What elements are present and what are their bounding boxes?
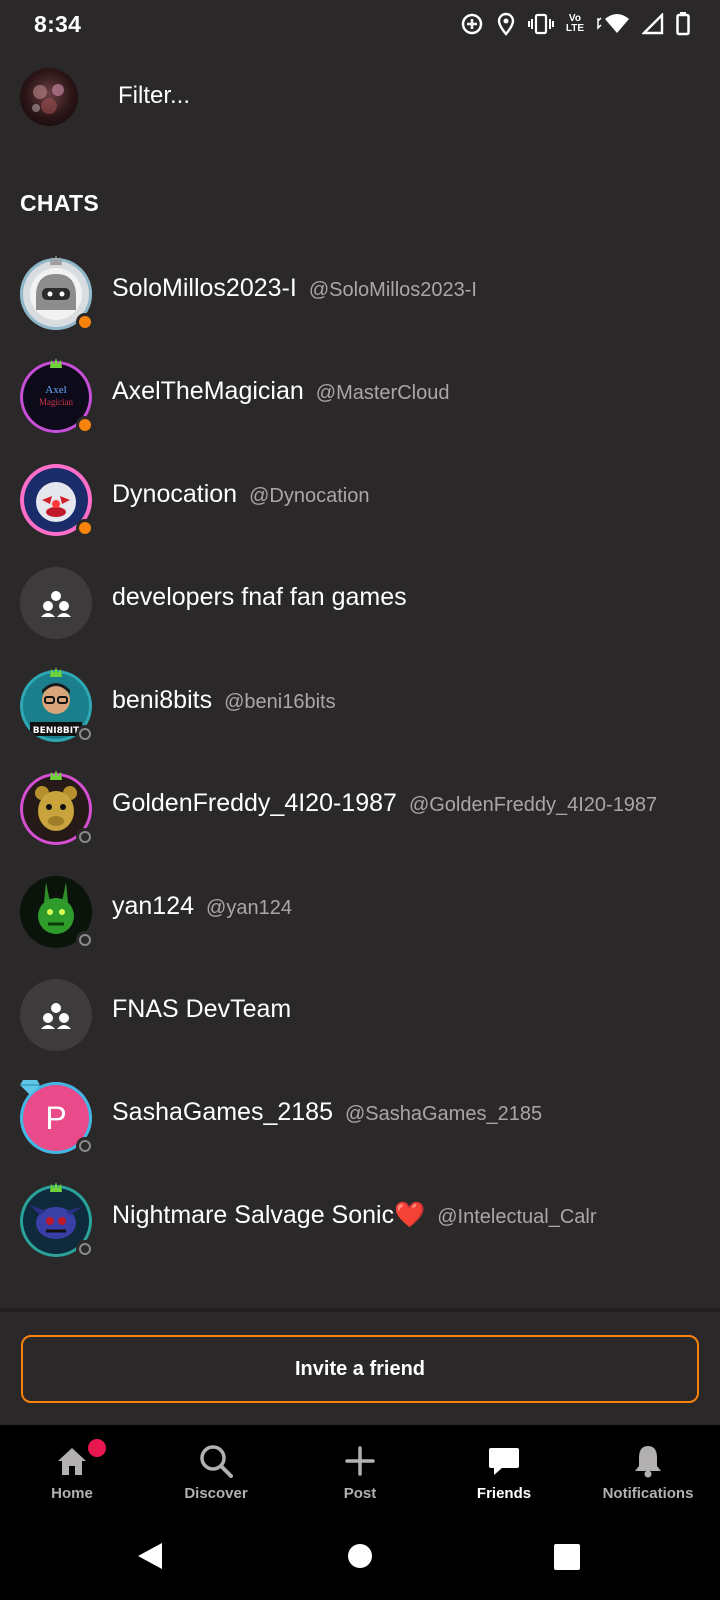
online-status-dot — [76, 313, 94, 331]
chat-handle: @Intelectual_Calr — [437, 1206, 597, 1228]
chat-row[interactable]: Axel Magician AxelTheMagician @MasterCloud — [0, 347, 720, 450]
notification-badge — [88, 1439, 106, 1457]
group-avatar — [20, 567, 92, 639]
group-avatar — [20, 979, 92, 1051]
online-status-dot — [76, 416, 94, 434]
profile-avatar[interactable] — [20, 68, 78, 126]
svg-text:BENI8BIT: BENI8BIT — [33, 726, 80, 736]
filter-input[interactable] — [118, 82, 618, 110]
crown-icon — [50, 358, 62, 368]
plus-icon — [345, 1446, 375, 1476]
bell-icon — [635, 1446, 661, 1478]
crown-icon — [50, 667, 62, 677]
bear-avatar — [20, 770, 94, 846]
chat-name: developers fnaf fan games — [112, 583, 407, 611]
header-row — [0, 60, 720, 136]
home-icon — [58, 1448, 86, 1475]
recents-icon[interactable] — [553, 1543, 581, 1571]
chat-row[interactable]: Nightmare Salvage Sonic❤️ @Intelectual_Ca… — [0, 1171, 720, 1274]
sonic-avatar — [20, 1182, 94, 1258]
magician-avatar: Axel Magician — [20, 358, 94, 434]
nav-friends[interactable]: Friends — [432, 1425, 576, 1517]
data-saver-icon — [461, 13, 483, 35]
chat-row[interactable]: Dynocation @Dynocation — [0, 450, 720, 553]
chat-handle: @Dynocation — [249, 485, 370, 507]
chat-handle: @MasterCloud — [315, 382, 450, 404]
robot-avatar — [20, 255, 94, 331]
chat-row[interactable]: developers fnaf fan games — [0, 553, 720, 656]
chat-handle: @SashaGames_2185 — [344, 1103, 543, 1125]
offline-status-dot — [76, 828, 94, 846]
letter-avatar: P — [20, 1080, 94, 1155]
bottom-nav: Home Discover Post Friends Notifications — [0, 1425, 720, 1517]
online-status-dot — [76, 519, 94, 537]
status-bar: 8:34 Vo LTE — [0, 0, 720, 48]
section-title-chats: CHATS — [20, 190, 100, 216]
nav-label: Notifications — [602, 1485, 694, 1502]
nav-discover[interactable]: Discover — [144, 1425, 288, 1517]
status-icons: Vo LTE — [460, 10, 690, 38]
chat-row[interactable]: BENI8BIT beni8bits @beni16bits — [0, 656, 720, 759]
chat-name: beni8bits — [112, 686, 213, 714]
chat-row[interactable]: FNAS DevTeam — [0, 965, 720, 1068]
svg-text:Magician: Magician — [39, 397, 73, 407]
nav-label: Home — [51, 1485, 93, 1502]
chat-row[interactable]: SoloMillos2023-I @SoloMillos2023-I — [0, 244, 720, 347]
chat-handle: @yan124 — [206, 897, 292, 919]
chat-name: SoloMillos2023-I — [112, 274, 297, 302]
offline-status-dot — [76, 931, 94, 949]
invite-friend-button[interactable]: Invite a friend — [21, 1335, 699, 1403]
crown-icon — [50, 770, 62, 780]
group-icon — [41, 591, 71, 617]
volte-icon: Vo LTE — [565, 13, 584, 34]
home-circle-icon[interactable] — [347, 1543, 373, 1569]
search-icon — [200, 1445, 233, 1478]
offline-status-dot — [76, 1137, 94, 1155]
offline-status-dot — [76, 1240, 94, 1258]
chat-handle: @GoldenFreddy_4I20-1987 — [408, 794, 658, 816]
gamer-avatar: BENI8BIT — [20, 667, 94, 743]
crown-icon — [50, 255, 62, 265]
signal-icon — [642, 13, 664, 35]
nav-label: Friends — [476, 1485, 532, 1502]
battery-icon — [676, 12, 690, 36]
chat-name: yan124 — [112, 892, 195, 920]
green-rabbit-avatar — [20, 876, 94, 949]
chat-bubble-icon — [489, 1448, 519, 1475]
gem-badge-icon — [20, 1080, 40, 1095]
location-icon — [497, 12, 515, 36]
chat-row[interactable]: GoldenFreddy_4I20-1987 @GoldenFreddy_4I20… — [0, 759, 720, 862]
chat-name: Nightmare Salvage Sonic❤️ — [112, 1201, 426, 1229]
offline-status-dot — [76, 725, 94, 743]
nav-notifications[interactable]: Notifications — [576, 1425, 720, 1517]
nav-post[interactable]: Post — [288, 1425, 432, 1517]
vibrate-icon — [527, 13, 554, 35]
nav-label: Post — [343, 1485, 377, 1502]
chat-row[interactable]: P SashaGames_2185 @SashaGames_2185 — [0, 1068, 720, 1171]
crown-icon — [50, 1182, 62, 1192]
invite-footer: Invite a friend — [0, 1308, 720, 1426]
chat-handle: @beni16bits — [224, 691, 336, 713]
chat-name: FNAS DevTeam — [112, 995, 292, 1023]
nav-home[interactable]: Home — [0, 1425, 144, 1517]
chat-name: GoldenFreddy_4I20-1987 — [112, 789, 397, 817]
chat-name: AxelTheMagician — [112, 377, 304, 405]
chat-name: Dynocation — [112, 480, 238, 508]
system-nav-bar — [0, 1517, 720, 1600]
status-time: 8:34 — [34, 10, 82, 37]
chat-handle: @SoloMillos2023-I — [308, 279, 477, 301]
wifi-icon — [597, 14, 629, 33]
chat-list: SoloMillos2023-I @SoloMillos2023-I Axel Ma… — [0, 244, 720, 1274]
chat-row[interactable]: yan124 @yan124 — [0, 862, 720, 965]
svg-text:Axel: Axel — [45, 384, 66, 396]
clown-avatar — [20, 464, 94, 537]
group-icon — [41, 1003, 71, 1029]
avatar-letter: P — [45, 1099, 67, 1136]
nav-label: Discover — [184, 1485, 248, 1502]
back-icon[interactable] — [136, 1541, 164, 1571]
chat-name: SashaGames_2185 — [112, 1098, 333, 1126]
